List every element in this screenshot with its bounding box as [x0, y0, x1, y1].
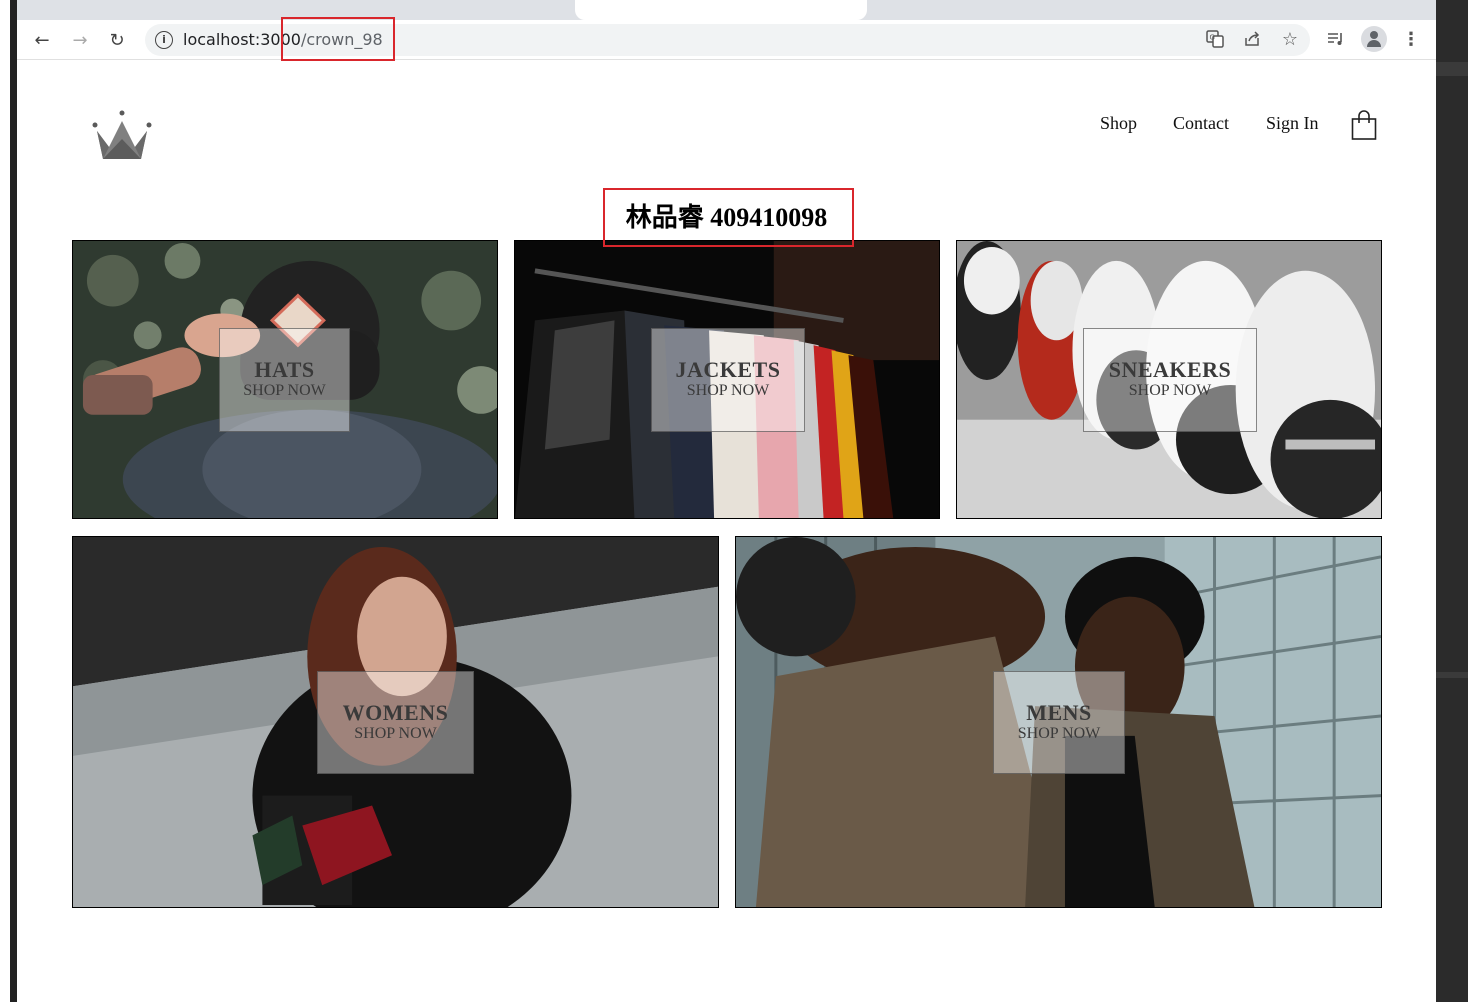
hats-label-box[interactable]: HATS SHOP NOW — [219, 328, 350, 432]
category-tile-hats[interactable]: HATS SHOP NOW — [72, 240, 498, 519]
svg-text:G: G — [1210, 34, 1215, 42]
sneakers-shop-now: SHOP NOW — [1128, 382, 1212, 399]
star-icon[interactable]: ☆ — [1280, 30, 1300, 50]
mens-label-box[interactable]: MENS SHOP NOW — [993, 671, 1125, 774]
category-tile-jackets[interactable]: JACKETS SHOP NOW — [514, 240, 940, 519]
kebab-menu-icon[interactable]: ⋮ — [1401, 30, 1421, 50]
reading-list-icon[interactable] — [1325, 30, 1345, 50]
arrow-right-icon[interactable]: → — [67, 27, 93, 53]
category-tile-sneakers[interactable]: SNEAKERS SHOP NOW — [956, 240, 1382, 519]
share-icon[interactable] — [1242, 30, 1262, 50]
translate-icon[interactable]: G — [1205, 30, 1225, 50]
jackets-shop-now: SHOP NOW — [686, 382, 770, 399]
nav-shop-link[interactable]: Shop — [1100, 113, 1137, 134]
jackets-title: JACKETS — [675, 357, 781, 382]
reload-icon[interactable]: ↻ — [104, 27, 130, 53]
window-frame-left — [0, 0, 17, 1002]
browser-tab-active[interactable] — [575, 0, 867, 20]
womens-title: WOMENS — [342, 700, 449, 725]
category-tile-mens[interactable]: MENS SHOP NOW — [735, 536, 1382, 908]
shopping-bag-icon[interactable] — [1351, 109, 1377, 141]
sneakers-title: SNEAKERS — [1108, 357, 1232, 382]
jackets-label-box[interactable]: JACKETS SHOP NOW — [651, 328, 805, 432]
womens-label-box[interactable]: WOMENS SHOP NOW — [317, 671, 474, 774]
mens-title: MENS — [1026, 700, 1092, 725]
category-tile-womens[interactable]: WOMENS SHOP NOW — [72, 536, 719, 908]
window-frame-right — [1436, 0, 1468, 1002]
info-icon[interactable]: i — [155, 31, 173, 49]
heading-highlight-box — [603, 188, 854, 247]
profile-icon[interactable] — [1361, 26, 1387, 52]
womens-shop-now: SHOP NOW — [354, 725, 437, 742]
mens-shop-now: SHOP NOW — [1017, 725, 1101, 742]
hats-title: HATS — [254, 357, 315, 382]
nav-sign-in-link[interactable]: Sign In — [1266, 113, 1319, 134]
nav-contact-link[interactable]: Contact — [1173, 113, 1229, 134]
sneakers-label-box[interactable]: SNEAKERS SHOP NOW — [1083, 328, 1257, 432]
browser-tab-strip — [17, 0, 1436, 20]
arrow-left-icon[interactable]: ← — [29, 27, 55, 53]
crown-logo-icon[interactable] — [91, 109, 155, 165]
hats-shop-now: SHOP NOW — [243, 382, 326, 399]
url-highlight-box — [281, 17, 395, 61]
web-page: Shop Contact Sign In 林品睿 409410098 HATS — [17, 61, 1436, 1002]
browser-toolbar: ← → ↻ i localhost:3000/crown_98 G ☆ ⋮ — [17, 20, 1436, 60]
